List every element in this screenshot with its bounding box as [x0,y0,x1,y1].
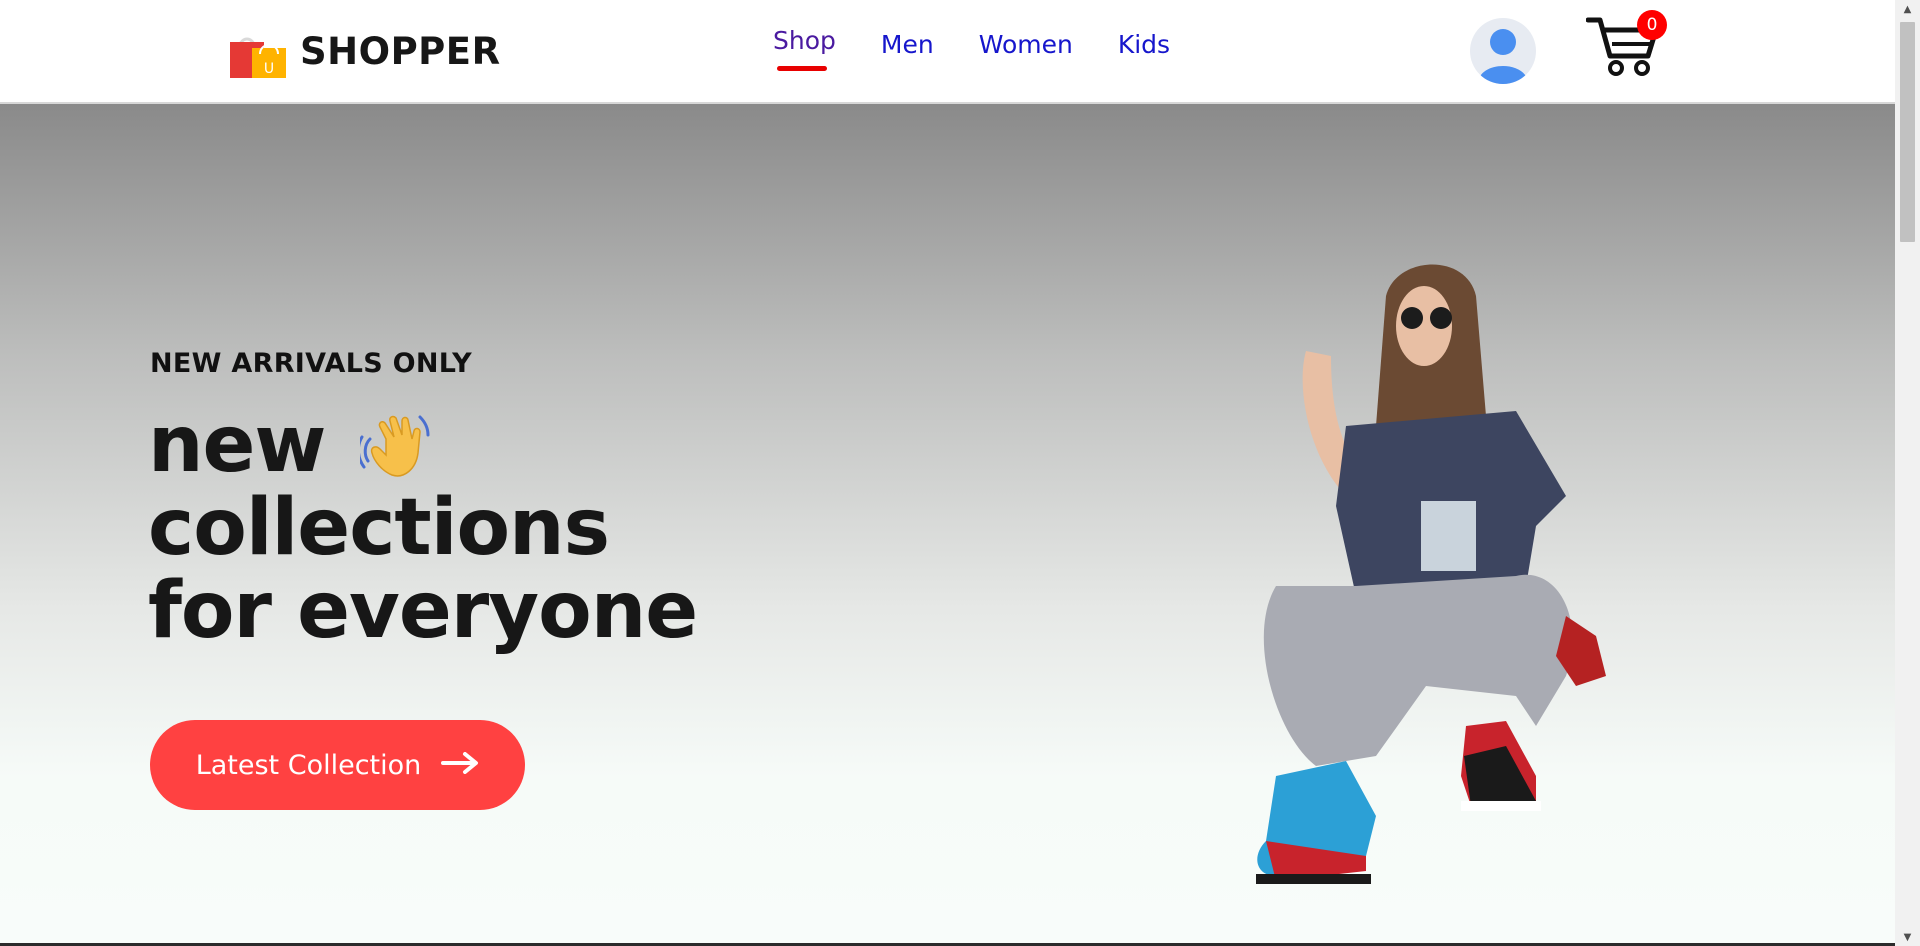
brand-name: SHOPPER [300,29,501,73]
nav-item-men[interactable]: Men [881,30,934,59]
nav-item-label: Shop [773,26,836,55]
hero-line-1: new [148,400,326,490]
nav-item-shop[interactable]: Shop [773,26,836,71]
hero-line-2: collections [148,483,610,573]
hero-kicker: NEW ARRIVALS ONLY [150,348,472,379]
nav-item-label: Kids [1117,30,1171,59]
shopping-bags-icon: U [230,24,286,78]
nav-item-women[interactable]: Women [979,30,1073,59]
cart-count-badge: 0 [1637,10,1667,40]
logo-bag-letter: U [264,61,274,77]
latest-collection-button[interactable]: Latest Collection [150,720,525,810]
waving-hand-icon [356,409,434,483]
hero-line-3: for everyone [148,566,698,656]
nav-item-label: Men [880,30,934,59]
scroll-up-arrow-icon[interactable]: ▲ [1895,0,1920,18]
nav-active-underline [777,66,827,71]
cta-label: Latest Collection [195,749,422,781]
scroll-down-arrow-icon[interactable]: ▼ [1895,928,1920,946]
nav-item-label: Women [978,30,1073,59]
user-avatar-icon[interactable] [1470,18,1536,84]
scrollbar-thumb[interactable] [1900,22,1915,242]
hero-heading: new collections for everyone [148,400,698,656]
nav-item-kids[interactable]: Kids [1118,30,1170,59]
brand-logo[interactable]: U SHOPPER [230,24,501,78]
arrow-right-icon [441,750,479,781]
navbar: U SHOPPER Shop Men Women Kids 0 [0,0,1895,104]
hero-section: NEW ARRIVALS ONLY new collections for ev… [0,104,1895,946]
vertical-scrollbar[interactable]: ▲ ▼ [1895,0,1920,946]
main-nav: Shop Men Women Kids [773,26,1170,71]
hero-model-image [1236,256,1656,926]
